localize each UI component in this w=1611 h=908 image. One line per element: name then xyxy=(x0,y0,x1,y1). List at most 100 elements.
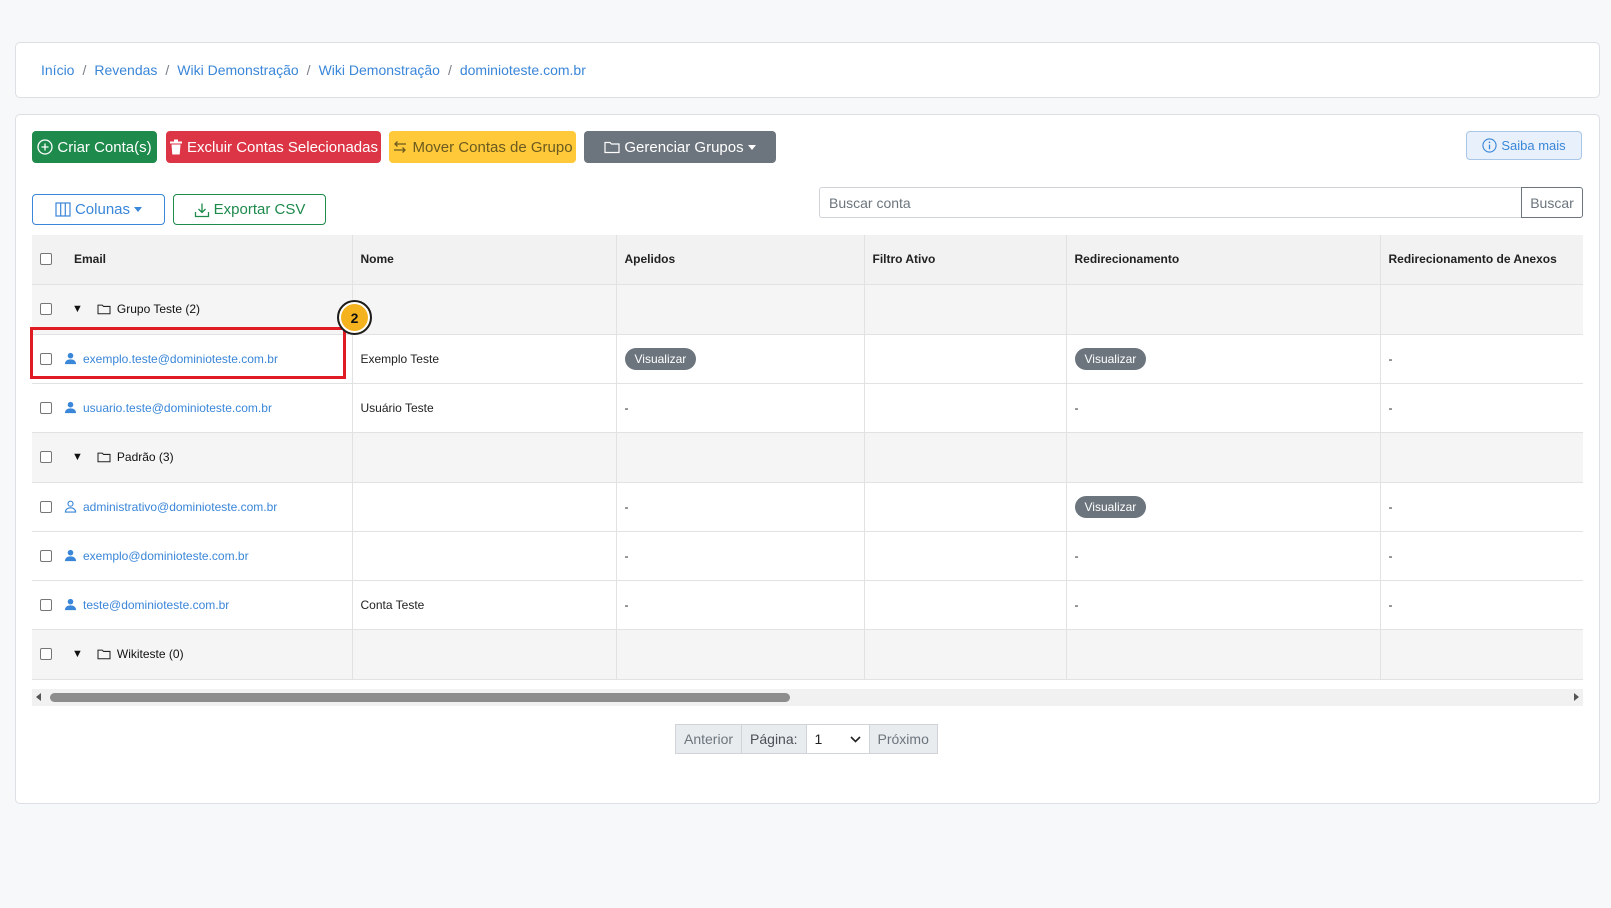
trash-icon xyxy=(170,139,183,155)
collapse-triangle-icon[interactable]: ▼ xyxy=(72,451,83,463)
manage-groups-button[interactable]: Gerenciar Grupos xyxy=(584,131,776,163)
folder-icon xyxy=(604,141,620,154)
column-header-anexos[interactable]: Redirecionamento de Anexos xyxy=(1380,235,1583,285)
page-select[interactable]: 1 xyxy=(805,724,870,754)
filter-cell xyxy=(864,334,1067,384)
group-label: Wikiteste (0) xyxy=(116,647,184,661)
attachments-redirect-cell: - xyxy=(1380,383,1583,433)
view-redirect-badge[interactable]: Visualizar xyxy=(1074,347,1147,370)
user-outline-icon xyxy=(64,500,77,513)
columns-icon xyxy=(55,202,71,217)
chevron-down-icon xyxy=(849,735,861,743)
user-icon xyxy=(64,549,77,562)
caret-down-icon xyxy=(134,207,143,212)
account-name xyxy=(352,482,617,532)
horizontal-scrollbar[interactable] xyxy=(32,689,1583,706)
manage-groups-label: Gerenciar Grupos xyxy=(624,138,744,156)
move-accounts-label: Mover Contas de Grupo xyxy=(412,138,573,156)
create-account-button[interactable]: Criar Conta(s) xyxy=(32,131,157,163)
accounts-table-container[interactable]: Email Nome Apelidos Filtro Ativo Redirec… xyxy=(32,235,1583,681)
caret-down-icon xyxy=(747,144,756,150)
group-checkbox[interactable] xyxy=(40,648,52,660)
row-checkbox[interactable] xyxy=(40,401,52,414)
folder-icon xyxy=(97,452,111,463)
columns-label: Colunas xyxy=(74,201,131,218)
info-icon xyxy=(1482,138,1497,153)
attachments-redirect-cell: - xyxy=(1380,482,1583,532)
breadcrumb-wiki-2[interactable]: Wiki Demonstração xyxy=(319,62,440,78)
group-row: ▼ Grupo Teste (2) xyxy=(32,284,1583,335)
learn-more-button[interactable]: Saiba mais xyxy=(1466,131,1582,160)
filter-cell xyxy=(864,580,1067,630)
move-accounts-button[interactable]: Mover Contas de Grupo xyxy=(389,131,576,163)
filter-cell xyxy=(864,531,1067,581)
breadcrumb: Início / Revendas / Wiki Demonstração / … xyxy=(16,43,1599,97)
row-checkbox[interactable] xyxy=(40,549,52,562)
export-csv-label: Exportar CSV xyxy=(213,201,306,218)
aliases-cell: - xyxy=(616,531,865,581)
next-page-button[interactable]: Próximo xyxy=(868,724,938,754)
account-email-link[interactable]: usuario.teste@dominioteste.com.br xyxy=(83,401,272,415)
search-input[interactable] xyxy=(819,187,1521,218)
account-email-link[interactable]: administrativo@dominioteste.com.br xyxy=(83,500,277,514)
account-email-link[interactable]: exemplo@dominioteste.com.br xyxy=(83,549,249,563)
accounts-card: Criar Conta(s) Excluir Contas Selecionad… xyxy=(15,114,1600,804)
page-label: Página: xyxy=(741,724,807,754)
collapse-triangle-icon[interactable]: ▼ xyxy=(72,648,83,660)
user-icon xyxy=(64,352,77,365)
search-button[interactable]: Buscar xyxy=(1521,187,1583,218)
attachments-redirect-cell: - xyxy=(1380,531,1583,581)
group-checkbox[interactable] xyxy=(40,303,52,315)
group-checkbox[interactable] xyxy=(40,451,52,463)
learn-more-label: Saiba mais xyxy=(1501,138,1566,153)
scroll-right-arrow-icon[interactable] xyxy=(1574,693,1579,701)
row-checkbox[interactable] xyxy=(40,500,52,513)
breadcrumb-separator: / xyxy=(306,62,311,78)
breadcrumb-inicio[interactable]: Início xyxy=(41,62,74,78)
scrollbar-thumb[interactable] xyxy=(50,693,790,702)
group-row: ▼ Padrão (3) xyxy=(32,432,1583,483)
create-account-label: Criar Conta(s) xyxy=(57,138,152,156)
group-label: Grupo Teste (2) xyxy=(116,302,201,316)
aliases-cell: - xyxy=(616,580,865,630)
account-email-link[interactable]: exemplo.teste@dominioteste.com.br xyxy=(83,352,278,366)
delete-selected-button[interactable]: Excluir Contas Selecionadas xyxy=(166,131,381,163)
user-icon xyxy=(64,598,77,611)
page-select-value: 1 xyxy=(814,731,823,747)
account-name: Usuário Teste xyxy=(352,383,617,433)
breadcrumb-card: Início / Revendas / Wiki Demonstração / … xyxy=(15,42,1600,98)
column-header-filtro[interactable]: Filtro Ativo xyxy=(864,235,1067,285)
account-name xyxy=(352,531,617,581)
column-header-nome[interactable]: Nome xyxy=(352,235,617,285)
breadcrumb-revendas[interactable]: Revendas xyxy=(94,62,157,78)
view-aliases-badge[interactable]: Visualizar xyxy=(624,347,697,370)
row-checkbox[interactable] xyxy=(40,598,52,611)
column-header-email[interactable]: Email xyxy=(32,235,353,285)
swap-arrows-icon xyxy=(394,141,407,153)
table-row: exemplo@dominioteste.com.br - - - xyxy=(32,531,1583,581)
scroll-left-arrow-icon[interactable] xyxy=(36,693,41,701)
breadcrumb-domain[interactable]: dominioteste.com.br xyxy=(460,62,586,78)
folder-icon xyxy=(97,649,111,660)
attachments-redirect-cell: - xyxy=(1380,334,1583,384)
account-name: Conta Teste xyxy=(352,580,617,630)
plus-circle-icon xyxy=(37,139,54,155)
row-checkbox[interactable] xyxy=(40,352,52,365)
previous-page-button[interactable]: Anterior xyxy=(675,724,743,754)
collapse-triangle-icon[interactable]: ▼ xyxy=(72,303,83,315)
column-email-label: Email xyxy=(74,252,107,267)
column-header-redirecionamento[interactable]: Redirecionamento xyxy=(1066,235,1381,285)
delete-selected-label: Excluir Contas Selecionadas xyxy=(187,138,378,156)
view-redirect-badge[interactable]: Visualizar xyxy=(1074,495,1147,518)
table-row: usuario.teste@dominioteste.com.br Usuári… xyxy=(32,383,1583,433)
select-all-checkbox[interactable] xyxy=(40,253,52,266)
filter-cell xyxy=(864,482,1067,532)
breadcrumb-wiki-1[interactable]: Wiki Demonstração xyxy=(177,62,298,78)
breadcrumb-separator: / xyxy=(165,62,170,78)
redirect-cell: - xyxy=(1066,580,1381,630)
account-email-link[interactable]: teste@dominioteste.com.br xyxy=(83,598,229,612)
table-row: exemplo.teste@dominioteste.com.br Exempl… xyxy=(32,334,1583,384)
column-header-apelidos[interactable]: Apelidos xyxy=(616,235,865,285)
columns-button[interactable]: Colunas xyxy=(32,194,165,225)
export-csv-button[interactable]: Exportar CSV xyxy=(173,194,326,225)
